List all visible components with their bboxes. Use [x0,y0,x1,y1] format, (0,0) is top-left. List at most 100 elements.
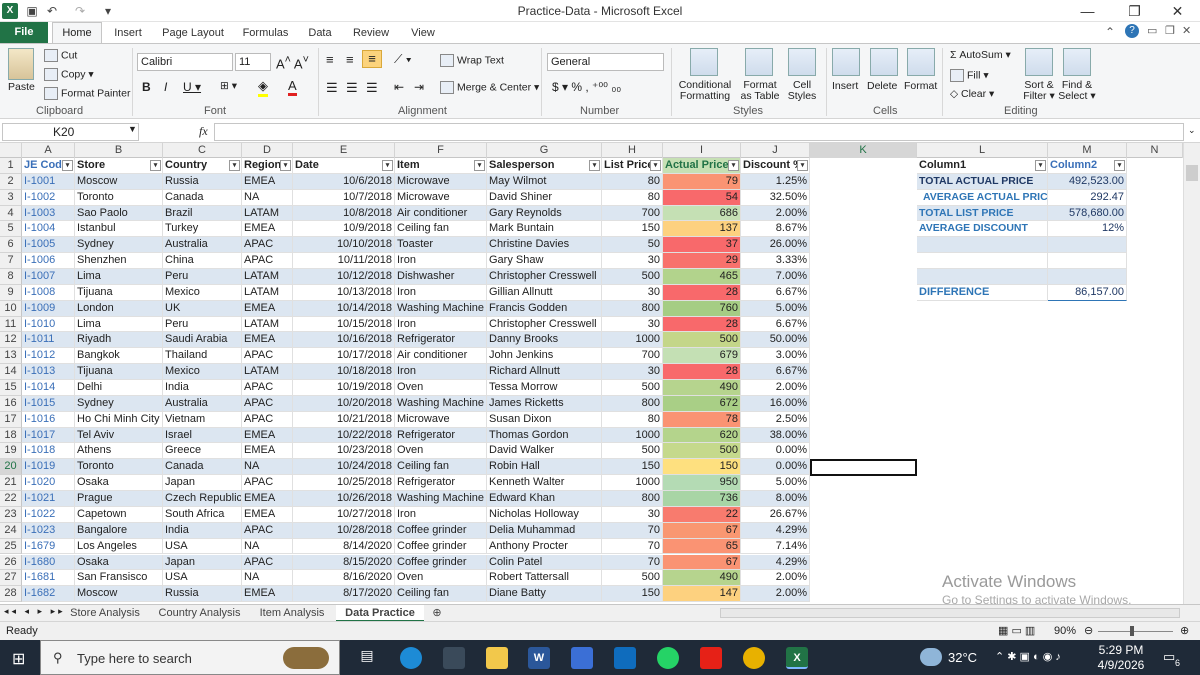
horizontal-scrollbar[interactable] [720,608,1180,618]
table-cell[interactable]: 10/25/2018 [293,475,395,492]
table-cell[interactable]: Los Angeles [75,538,163,555]
table-cell[interactable]: 150 [602,221,663,238]
filter-dropdown-icon[interactable]: ▾ [62,160,73,171]
table-cell[interactable]: 32.50% [741,189,810,206]
table-cell[interactable]: Iron [395,364,487,381]
table-cell[interactable]: Sydney [75,395,163,412]
tray-icons[interactable]: ⌃ ✱ ▣ ◐ ◉ ♪ [995,650,1061,663]
table-cell[interactable]: I-1682 [22,586,75,603]
table-cell[interactable]: I-1020 [22,475,75,492]
table-cell[interactable]: 10/16/2018 [293,332,395,349]
row-header[interactable]: 11 [0,316,22,333]
row-header[interactable]: 26 [0,554,22,571]
table-cell[interactable]: 2.00% [741,570,810,587]
table-cell[interactable]: I-1007 [22,269,75,285]
outlook-icon[interactable] [614,647,636,669]
table-cell[interactable]: I-1015 [22,395,75,412]
table-cell[interactable]: I-1008 [22,284,75,301]
middle-align-icon[interactable]: ≡ [346,52,354,67]
zoom-in-icon[interactable]: ⊕ [1180,624,1189,637]
table-cell[interactable]: Edward Khan [487,491,602,507]
table-cell[interactable]: I-1013 [22,364,75,381]
table-cell[interactable]: 800 [602,395,663,412]
table-cell[interactable]: 8.00% [741,491,810,507]
table-cell[interactable]: 6.67% [741,364,810,381]
increase-indent-icon[interactable]: ⇥ [414,80,424,94]
name-box[interactable]: K20 [2,123,139,141]
sheet-tab-data-practice[interactable]: Data Practice [336,605,424,622]
table-cell[interactable]: 700 [602,205,663,222]
fill-button[interactable]: Fill ▾ [950,69,989,82]
table-cell[interactable]: I-1009 [22,300,75,317]
table-cell[interactable]: I-1681 [22,570,75,587]
table-cell[interactable]: 147 [663,586,741,603]
row-header[interactable]: 20 [0,459,22,476]
zoom-slider[interactable] [1098,631,1173,632]
table-cell[interactable]: Refrigerator [395,427,487,444]
table-cell[interactable]: 10/24/2018 [293,459,395,476]
column-header-n[interactable]: N [1127,143,1183,158]
column-header-k[interactable]: K [810,143,917,158]
table-cell[interactable]: LATAM [242,316,293,333]
summary-header-col2[interactable]: Column2 ▾ [1048,158,1127,174]
table-cell[interactable]: 10/27/2018 [293,506,395,523]
filter-dropdown-icon[interactable]: ▾ [474,160,485,171]
table-cell[interactable]: I-1001 [22,173,75,190]
table-cell[interactable]: 672 [663,395,741,412]
delete-cells-icon[interactable] [870,48,898,76]
table-cell[interactable]: Robin Hall [487,459,602,476]
column-header-a[interactable]: A [22,143,75,158]
table-cell[interactable]: Toronto [75,189,163,206]
table-cell[interactable]: 54 [663,189,741,206]
table-cell[interactable]: UK [163,300,242,317]
table-cell[interactable]: Mexico [163,284,242,301]
restore-icon[interactable]: ❐ [1112,0,1157,22]
table-cell[interactable]: 28 [663,364,741,381]
filter-dropdown-icon[interactable]: ▾ [229,160,240,171]
table-cell[interactable]: Riyadh [75,332,163,349]
select-all-corner[interactable] [0,143,22,158]
table-cell[interactable]: Ceiling fan [395,586,487,603]
table-cell[interactable]: Toaster [395,237,487,254]
table-header-cell[interactable]: List Price ▾ [602,158,663,174]
row-header[interactable]: 13 [0,348,22,365]
table-cell[interactable]: 8/17/2020 [293,586,395,603]
table-cell[interactable]: Air conditioner [395,348,487,365]
summary-label[interactable]: TOTAL LIST PRICE [917,205,1048,222]
cell-styles-button[interactable]: Cell Styles [785,80,819,102]
table-cell[interactable]: 10/26/2018 [293,491,395,507]
tab-data[interactable]: Data [302,24,338,43]
table-cell[interactable]: Coffee grinder [395,554,487,571]
active-cell-selection[interactable] [810,459,917,476]
table-cell[interactable]: Peru [163,269,242,285]
insert-function-icon[interactable]: fx [199,124,208,139]
table-cell[interactable]: APAC [242,395,293,412]
table-cell[interactable]: 10/20/2018 [293,395,395,412]
table-cell[interactable]: Tijuana [75,284,163,301]
table-cell[interactable]: 30 [602,316,663,333]
table-cell[interactable]: Osaka [75,475,163,492]
zoom-level[interactable]: 90% [1054,625,1076,637]
tab-review[interactable]: Review [348,24,394,43]
table-cell[interactable]: Susan Dixon [487,411,602,428]
cut-button[interactable]: Cut [44,49,77,62]
table-cell[interactable]: Iron [395,506,487,523]
table-cell[interactable]: 10/13/2018 [293,284,395,301]
table-cell[interactable]: 10/8/2018 [293,205,395,222]
table-cell[interactable]: 70 [602,554,663,571]
table-cell[interactable]: Sydney [75,237,163,254]
column-header-l[interactable]: L [917,143,1048,158]
table-cell[interactable]: 2.00% [741,380,810,396]
table-cell[interactable]: LATAM [242,364,293,381]
row-header[interactable]: 8 [0,269,22,285]
table-cell[interactable]: I-1011 [22,332,75,349]
table-cell[interactable]: I-1003 [22,205,75,222]
row-header[interactable]: 12 [0,332,22,349]
table-cell[interactable]: Capetown [75,506,163,523]
summary-value[interactable]: 12% [1048,221,1127,238]
table-cell[interactable]: 10/14/2018 [293,300,395,317]
table-cell[interactable]: San Fransisco [75,570,163,587]
table-cell[interactable]: 50.00% [741,332,810,349]
windows-start-icon[interactable]: ⊞ [12,649,25,669]
table-cell[interactable]: Canada [163,459,242,476]
